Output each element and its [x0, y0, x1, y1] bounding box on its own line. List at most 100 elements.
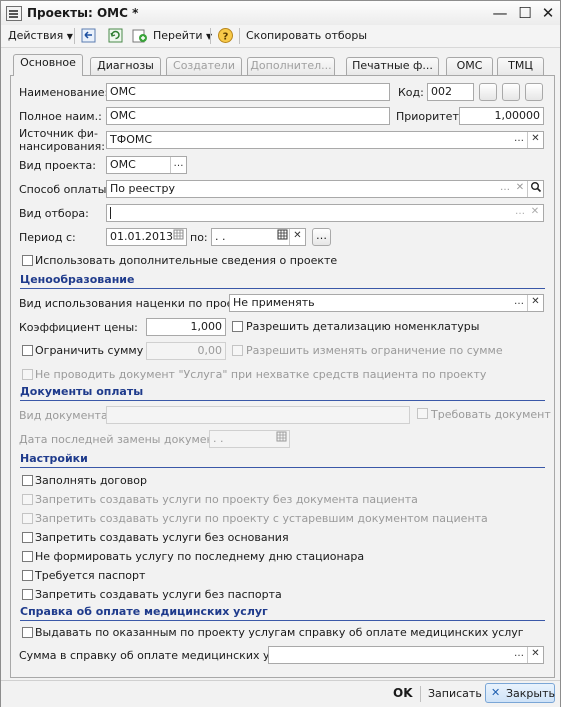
- doc-type-label: Вид документа:: [19, 409, 112, 422]
- last-replace-date-field[interactable]: . .: [209, 430, 290, 448]
- clear-icon[interactable]: ✕: [527, 647, 543, 663]
- close-button-label: Закрыть: [506, 687, 555, 700]
- code-button-1[interactable]: [479, 83, 497, 101]
- forbid-expired-doc-checkbox[interactable]: [22, 513, 33, 524]
- issue-certificate-checkbox[interactable]: [22, 627, 33, 638]
- period-select-button[interactable]: …: [312, 228, 331, 246]
- fullname-field[interactable]: ОМС: [106, 107, 390, 125]
- select-ellipsis-icon[interactable]: …: [497, 181, 513, 197]
- limit-sum-field[interactable]: 0,00: [146, 342, 226, 360]
- dropdown-arrow-icon: ▼: [66, 32, 73, 41]
- fill-contract-checkbox[interactable]: [22, 475, 33, 486]
- tab-strip: Основное Диагнозы Создатели Дополнител..…: [1, 53, 560, 76]
- select-ellipsis-icon[interactable]: …: [511, 132, 527, 148]
- fill-contract-label: Заполнять договор: [35, 474, 147, 487]
- project-type-field[interactable]: ОМС …: [106, 156, 187, 174]
- calendar-icon[interactable]: [170, 229, 186, 245]
- clear-icon[interactable]: ✕: [527, 295, 543, 311]
- clear-icon[interactable]: ✕: [527, 205, 543, 221]
- maximize-icon[interactable]: ☐: [515, 3, 535, 23]
- no-service-label: Не проводить документ "Услуга" при нехва…: [35, 368, 487, 381]
- select-ellipsis-icon[interactable]: …: [511, 295, 527, 311]
- allow-change-limit-checkbox[interactable]: [232, 345, 243, 356]
- payment-method-value: По реестру: [110, 182, 175, 195]
- code-field[interactable]: 002: [427, 83, 474, 101]
- pricing-section-title: Ценообразование: [20, 273, 135, 286]
- extra-info-checkbox[interactable]: [22, 255, 33, 266]
- allow-change-limit-label: Разрешить изменять ограничение по сумме: [246, 344, 503, 357]
- tab-oms[interactable]: ОМС: [446, 57, 493, 75]
- passport-required-checkbox[interactable]: [22, 570, 33, 581]
- period-to-field[interactable]: . . ✕: [211, 228, 306, 246]
- select-ellipsis-icon[interactable]: …: [170, 157, 186, 173]
- ok-button[interactable]: OK: [393, 686, 413, 700]
- require-doc-checkbox[interactable]: [417, 408, 428, 419]
- period-from-field[interactable]: 01.01.2013: [106, 228, 187, 246]
- allow-detail-checkbox[interactable]: [232, 321, 243, 332]
- search-icon[interactable]: [527, 181, 543, 197]
- markup-usage-field[interactable]: Не применять … ✕: [229, 294, 544, 312]
- minimize-icon[interactable]: —: [490, 3, 510, 23]
- allow-detail-label: Разрешить детализацию номенклатуры: [246, 320, 480, 333]
- toolbar-separator: [239, 28, 240, 44]
- no-service-checkbox[interactable]: [22, 369, 33, 380]
- period-to-label: по:: [190, 231, 208, 244]
- limit-sum-checkbox[interactable]: [22, 345, 33, 356]
- doc-type-field[interactable]: [106, 406, 410, 424]
- no-last-day-service-label: Не формировать услугу по последнему дню …: [35, 550, 365, 563]
- source-field[interactable]: ТФОМС … ✕: [106, 131, 544, 149]
- forbid-no-doc-checkbox[interactable]: [22, 494, 33, 505]
- forbid-no-basis-checkbox[interactable]: [22, 532, 33, 543]
- clear-icon[interactable]: ✕: [512, 181, 528, 197]
- name-field[interactable]: ОМС: [106, 83, 390, 101]
- markup-usage-value: Не применять: [233, 296, 315, 309]
- selection-type-field[interactable]: … ✕: [106, 204, 544, 222]
- code-button-2[interactable]: [502, 83, 520, 101]
- clear-icon[interactable]: ✕: [527, 132, 543, 148]
- code-label: Код:: [398, 86, 424, 99]
- forbid-no-passport-label: Запретить создавать услуги без паспорта: [35, 588, 282, 601]
- actions-menu-label: Действия: [8, 29, 64, 42]
- payment-method-label: Способ оплаты:: [19, 183, 111, 196]
- move-left-icon[interactable]: [80, 27, 97, 44]
- select-ellipsis-icon[interactable]: …: [511, 647, 527, 663]
- payment-method-field[interactable]: По реестру … ✕: [106, 180, 544, 198]
- payment-docs-section-divider: [20, 400, 545, 401]
- require-doc-label: Требовать документ: [431, 408, 551, 421]
- certificate-sum-field[interactable]: … ✕: [268, 646, 544, 664]
- actions-menu[interactable]: Действия ▼: [8, 28, 73, 44]
- footer-bar: OK Записать ✕ Закрыть: [1, 680, 560, 707]
- footer-separator: [420, 686, 421, 702]
- tab-additional[interactable]: Дополнител...: [247, 57, 335, 75]
- calendar-icon[interactable]: [274, 229, 290, 245]
- tab-creators[interactable]: Создатели: [166, 57, 242, 75]
- no-last-day-service-checkbox[interactable]: [22, 551, 33, 562]
- save-button[interactable]: Записать: [428, 687, 482, 700]
- window-title: Проекты: ОМС *: [27, 6, 139, 20]
- add-copy-icon[interactable]: [131, 27, 148, 44]
- last-replace-date-value: . .: [213, 432, 224, 445]
- priority-field[interactable]: 1,00000: [459, 107, 544, 125]
- copy-filters-button[interactable]: Скопировать отборы: [246, 28, 367, 44]
- certificate-section-title: Справка об оплате медицинских услуг: [20, 605, 268, 618]
- forbid-expired-doc-label: Запретить создавать услуги по проекту с …: [35, 512, 488, 525]
- forbid-no-passport-checkbox[interactable]: [22, 589, 33, 600]
- code-button-3[interactable]: [525, 83, 543, 101]
- forbid-no-doc-label: Запретить создавать услуги по проекту бе…: [35, 493, 418, 506]
- calendar-icon[interactable]: [273, 431, 289, 447]
- select-ellipsis-icon[interactable]: …: [512, 205, 528, 221]
- refresh-icon[interactable]: [107, 27, 124, 44]
- tab-main[interactable]: Основное: [13, 54, 83, 76]
- price-coef-field[interactable]: 1,000: [146, 318, 226, 336]
- tab-print-forms[interactable]: Печатные ф...: [346, 57, 439, 75]
- close-button[interactable]: ✕ Закрыть: [485, 683, 555, 703]
- tab-tmc[interactable]: ТМЦ: [497, 57, 544, 75]
- goto-menu[interactable]: Перейти ▼: [153, 28, 212, 44]
- close-window-icon[interactable]: ✕: [538, 3, 558, 23]
- clear-icon[interactable]: ✕: [289, 229, 305, 245]
- help-icon[interactable]: ?: [217, 27, 234, 44]
- project-type-value: ОМС: [110, 158, 136, 171]
- tab-diagnoses[interactable]: Диагнозы: [90, 57, 161, 75]
- priority-label: Приоритет:: [396, 110, 463, 123]
- period-from-label: Период с:: [19, 231, 76, 244]
